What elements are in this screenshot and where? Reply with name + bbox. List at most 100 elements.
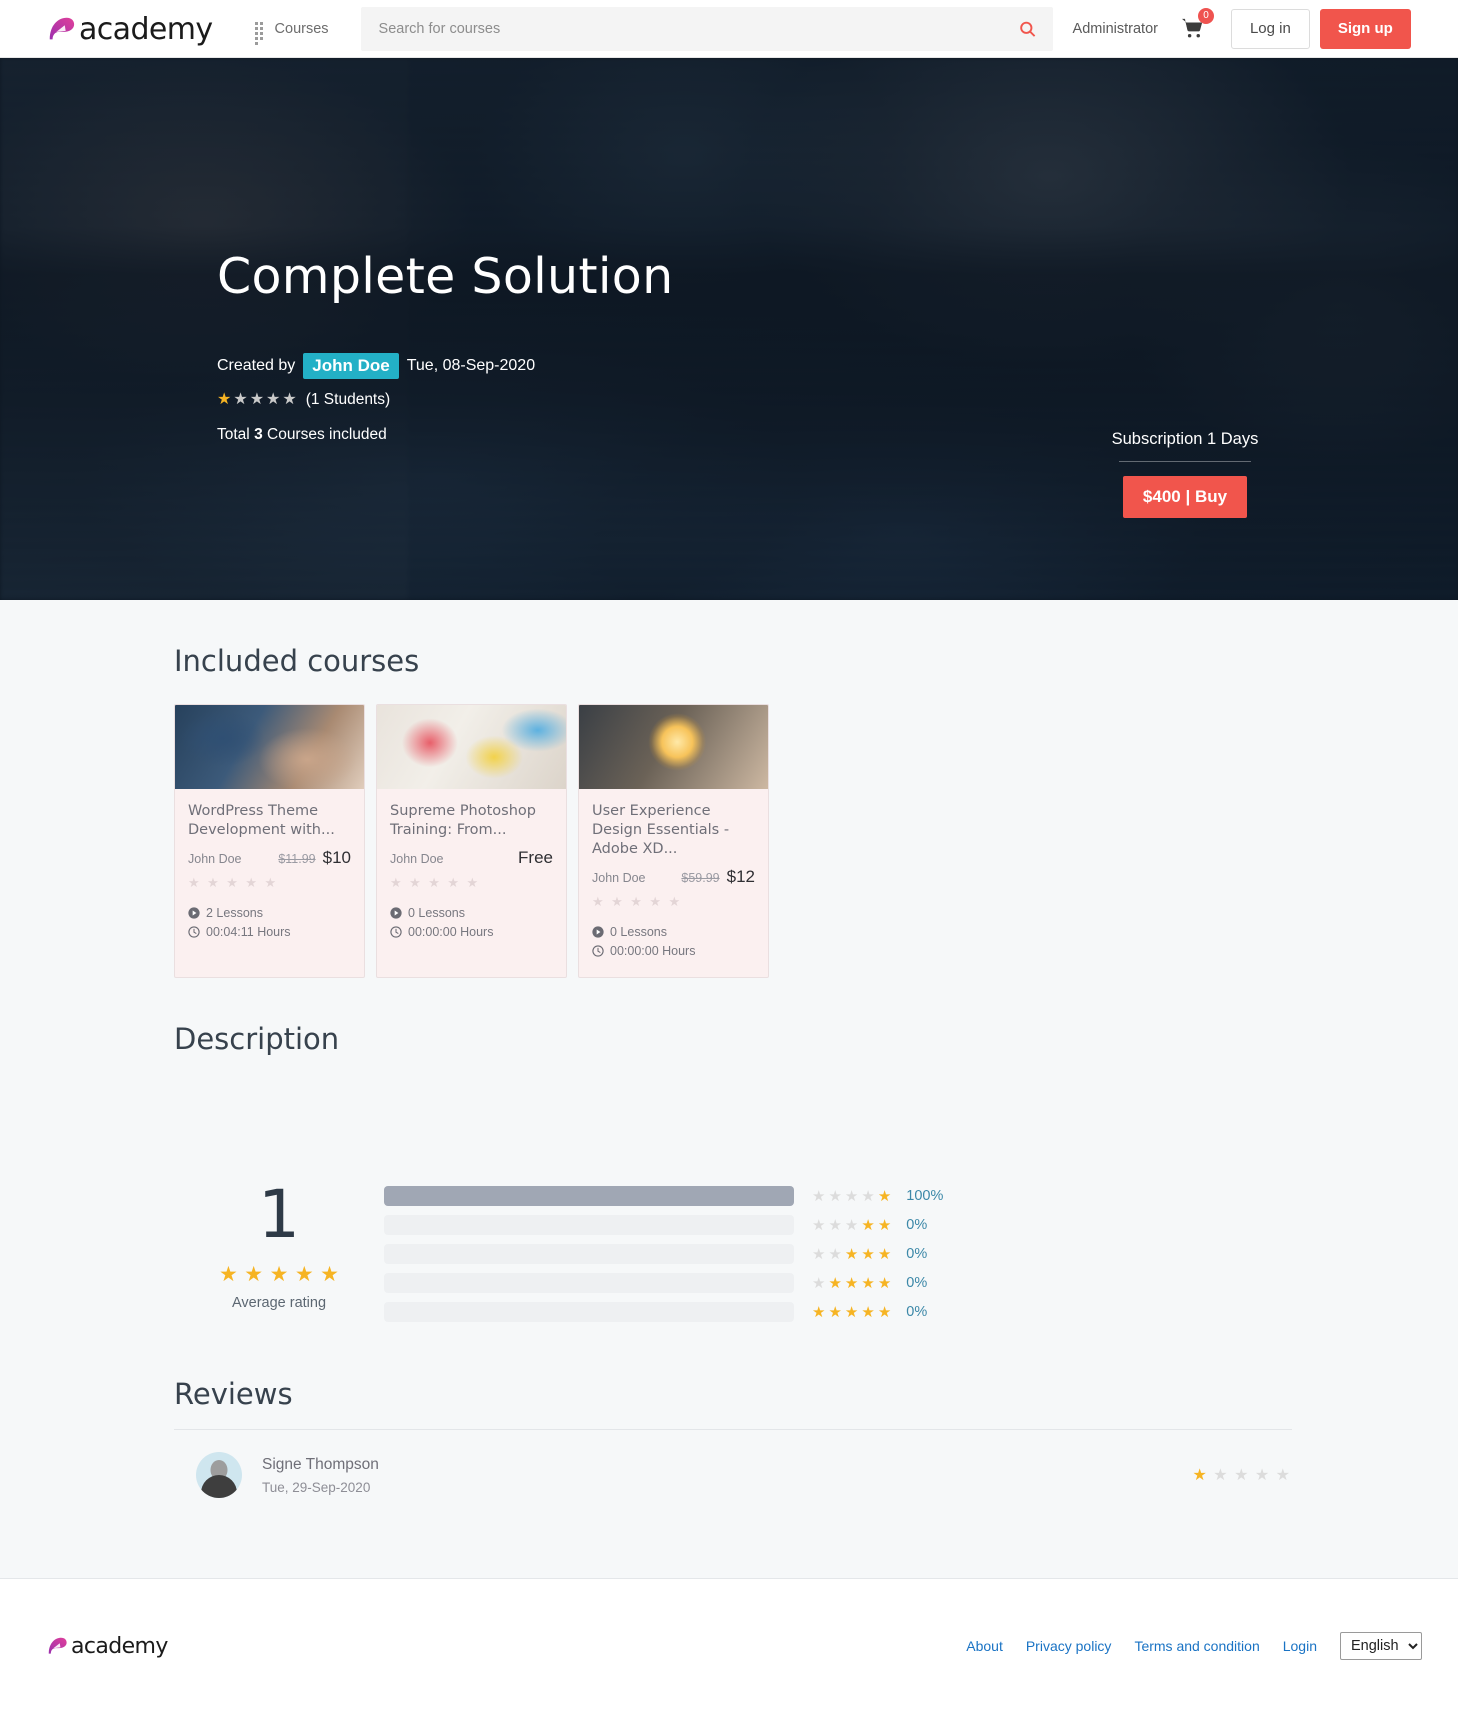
nav-courses-link[interactable]: Courses <box>254 21 329 45</box>
included-courses-heading: Included courses <box>174 644 420 678</box>
star-empty: ★ <box>390 875 402 891</box>
grid-icon <box>254 22 268 45</box>
footer-link-privacy-policy[interactable]: Privacy policy <box>1026 1638 1112 1654</box>
average-rating-label: Average rating <box>231 1295 327 1312</box>
course-lessons: 0 Lessons <box>610 925 667 940</box>
course-price-old: $11.99 <box>278 852 316 867</box>
star-empty: ★ <box>409 875 421 891</box>
star-empty: ★ <box>207 875 219 891</box>
rating-bar-track <box>384 1244 794 1265</box>
brand-logo[interactable]: academy <box>46 14 213 44</box>
students-count: (1 Students) <box>305 391 391 408</box>
star-empty: ★ <box>428 875 440 891</box>
course-title: WordPress Theme Development with... <box>188 803 335 839</box>
buy-button[interactable]: $400 | Buy <box>1122 476 1248 518</box>
footer-link-terms-and-condition[interactable]: Terms and condition <box>1134 1638 1259 1654</box>
description-heading: Description <box>174 1022 340 1057</box>
page-title: Complete Solution <box>217 248 674 305</box>
author-chip[interactable]: John Doe <box>303 353 399 379</box>
course-hours-row: 00:00:00 Hours <box>592 944 755 958</box>
hero-rating: ★ ★ ★ ★ ★ (1 Students) <box>217 391 535 409</box>
star-empty: ★ <box>1234 1467 1249 1485</box>
rating-bar-percent: 0% <box>906 1246 928 1263</box>
star-filled: ★ <box>320 1263 339 1287</box>
review-item: Signe Thompson Tue, 29-Sep-2020 ★ ★ ★ ★ … <box>172 1452 1294 1532</box>
review-info: Signe Thompson Tue, 29-Sep-2020 <box>262 1456 379 1495</box>
course-stats: 2 Lessons 00:04:11 Hours <box>188 906 351 939</box>
signup-button[interactable]: Sign up <box>1319 8 1411 49</box>
star-empty: ★ <box>264 875 277 891</box>
rating-bar-track <box>384 1302 794 1323</box>
footer-link-login[interactable]: Login <box>1283 1638 1317 1654</box>
average-rating-stars: ★ ★ ★ ★ ★ <box>174 1262 384 1287</box>
course-price: Free <box>511 848 553 868</box>
course-thumbnail <box>175 705 364 789</box>
rating-bar-track <box>384 1215 794 1236</box>
footer-links: About Privacy policy Terms and condition… <box>966 1631 1422 1660</box>
course-meta: John Doe $59.99 $12 <box>592 867 755 887</box>
clock-icon <box>390 926 402 938</box>
reviewer-name: Signe Thompson <box>262 1455 379 1473</box>
footer-logo[interactable]: academy <box>46 1635 168 1657</box>
rating-bars: ★★★★★ 100% ★★★★★ 0% ★★★★★ 0% <box>384 1176 1294 1331</box>
created-date: Tue, 08-Sep-2020 <box>406 357 536 374</box>
brand-name: academy <box>79 11 213 47</box>
search-button[interactable] <box>1014 15 1041 42</box>
play-icon <box>188 907 200 919</box>
cart-button[interactable]: 0 <box>1180 8 1214 40</box>
star-empty: ★ <box>233 391 248 408</box>
course-lessons-row: 0 Lessons <box>390 906 553 920</box>
footer-brand-name: academy <box>71 1633 168 1659</box>
content-container: Included courses WordPress Theme Develop… <box>164 600 1294 1532</box>
page-footer: academy About Privacy policy Terms and c… <box>0 1578 1458 1712</box>
course-title: User Experience Design Essentials - Adob… <box>592 803 730 858</box>
search-input[interactable] <box>360 6 1053 51</box>
course-card[interactable]: User Experience Design Essentials - Adob… <box>578 704 769 979</box>
star-empty: ★ <box>649 894 661 910</box>
language-select[interactable]: English <box>1340 1631 1422 1660</box>
subscription-duration: Subscription 1 Days <box>1111 430 1259 448</box>
star-empty: ★ <box>466 875 479 891</box>
academy-logo-icon <box>49 17 75 39</box>
administrator-link[interactable]: Administrator <box>1073 21 1158 37</box>
footer-link-about[interactable]: About <box>966 1638 1003 1654</box>
course-meta: John Doe Free <box>390 848 553 868</box>
star-empty: ★ <box>249 391 265 408</box>
clock-icon <box>592 945 604 958</box>
star-empty: ★ <box>447 875 459 891</box>
course-lessons-row: 0 Lessons <box>592 925 755 939</box>
course-thumbnail <box>579 705 768 789</box>
course-lessons: 2 Lessons <box>206 906 263 921</box>
divider <box>1119 461 1251 462</box>
average-rating-block: 1 ★ ★ ★ ★ ★ Average rating <box>174 1176 384 1312</box>
login-button[interactable]: Log in <box>1230 8 1310 49</box>
course-card-body: WordPress Theme Development with... John… <box>175 789 364 958</box>
star-empty: ★ <box>1213 1467 1228 1485</box>
rating-bar-track <box>384 1186 794 1207</box>
course-cards-row: WordPress Theme Development with... John… <box>172 704 1294 979</box>
course-hours-row: 00:04:11 Hours <box>188 925 351 939</box>
course-card-body: Supreme Photoshop Training: From... John… <box>377 789 566 958</box>
course-card[interactable]: Supreme Photoshop Training: From... John… <box>376 704 567 979</box>
course-price-new: $12 <box>726 867 755 887</box>
rating-bar-percent: 0% <box>906 1304 928 1321</box>
description-section: Description <box>172 978 1294 1142</box>
course-card[interactable]: WordPress Theme Development with... John… <box>174 704 365 979</box>
search-icon <box>1019 21 1035 37</box>
play-icon <box>390 907 402 919</box>
play-icon <box>592 926 604 938</box>
hero-meta: Created by John Doe Tue, 08-Sep-2020 ★ ★… <box>217 353 535 444</box>
star-filled: ★ <box>217 391 232 408</box>
subscription-box: Subscription 1 Days $400 | Buy <box>1094 430 1276 518</box>
star-empty: ★ <box>668 894 681 910</box>
course-hours: 00:00:00 Hours <box>610 944 696 959</box>
course-rating: ★ ★ ★ ★ ★ <box>188 875 351 891</box>
rating-bar-row: ★ ★ ★ ★ ★ 0% <box>384 1273 1294 1294</box>
rating-bar-row: ★ ★ ★ ★ ★ 0% <box>384 1302 1294 1323</box>
star-filled: ★ <box>1192 1467 1207 1485</box>
course-price: $59.99 $12 <box>681 867 755 887</box>
total-prefix: Total <box>217 426 250 443</box>
rating-bar-stars: ★ ★ ★ ★ ★ <box>812 1274 892 1292</box>
total-suffix: Courses included <box>267 426 387 443</box>
rating-bar-row: ★ ★ ★ ★ ★ 100% <box>384 1186 1294 1207</box>
